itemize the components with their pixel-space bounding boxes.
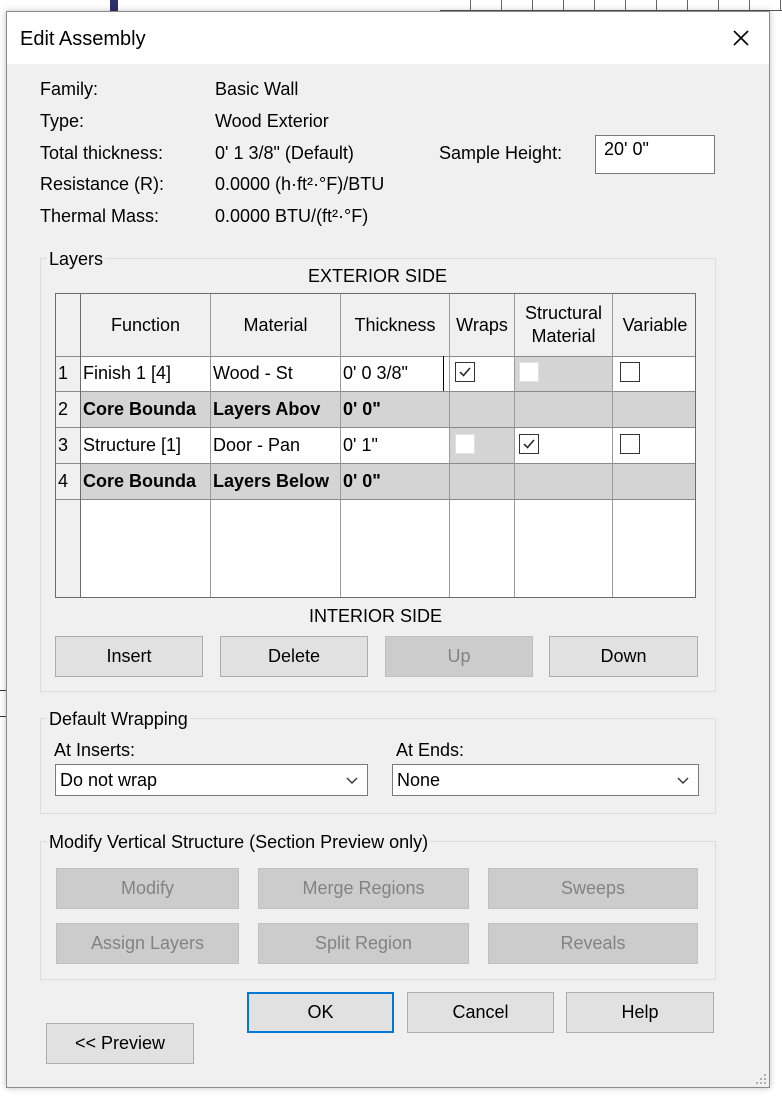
- column-header-variable[interactable]: Variable: [613, 294, 695, 356]
- dialog-title: Edit Assembly: [20, 28, 146, 50]
- chevron-down-icon: [346, 777, 358, 784]
- layer-material-cell[interactable]: Layers Below: [213, 463, 339, 499]
- column-header-function-text: Function: [110, 314, 181, 335]
- down-button[interactable]: Down: [549, 636, 698, 677]
- cancel-button[interactable]: Cancel: [407, 992, 554, 1033]
- layer-thickness-cell[interactable]: 0' 0 3/8": [343, 356, 444, 391]
- type-label: Type:: [40, 111, 85, 131]
- at-inserts-value: Do not wrap: [60, 769, 158, 790]
- row-number[interactable]: 2: [58, 391, 80, 427]
- ok-button[interactable]: OK: [247, 992, 394, 1033]
- exterior-side-label: EXTERIOR SIDE: [308, 266, 448, 286]
- close-button[interactable]: [723, 22, 759, 54]
- column-header-function[interactable]: Function: [81, 294, 210, 356]
- column-header-structural-line1: Structural: [524, 303, 603, 323]
- assign-layers-button: Assign Layers: [56, 923, 239, 964]
- wraps-checkbox: [455, 434, 475, 454]
- help-button[interactable]: Help: [566, 992, 714, 1033]
- column-header-variable-text: Variable: [622, 314, 688, 335]
- total-thickness-value: 0' 1 3/8" (Default): [215, 143, 354, 163]
- layer-thickness-cell[interactable]: 0' 0": [343, 463, 447, 499]
- row-number[interactable]: 1: [58, 356, 80, 391]
- split-region-button: Split Region: [258, 923, 469, 964]
- close-icon: [733, 30, 749, 46]
- structural-material-checkbox: [519, 362, 539, 382]
- insert-button[interactable]: Insert: [55, 636, 203, 677]
- column-header-material[interactable]: Material: [211, 294, 340, 356]
- wraps-checkbox[interactable]: [455, 362, 475, 382]
- column-header-thickness-text: Thickness: [354, 314, 436, 335]
- modify-vertical-structure-title: Modify Vertical Structure (Section Previ…: [47, 832, 431, 853]
- thermal-mass-label: Thermal Mass:: [40, 206, 160, 226]
- column-header-structural-line2: Material: [531, 326, 596, 346]
- sample-height-input[interactable]: 20' 0": [595, 135, 715, 174]
- layer-material-cell[interactable]: Wood - St: [213, 356, 339, 391]
- layer-function-cell[interactable]: Structure [1]: [83, 427, 209, 463]
- at-ends-label: At Ends:: [396, 740, 465, 760]
- layer-thickness-cell[interactable]: 0' 0": [343, 391, 447, 427]
- merge-regions-button: Merge Regions: [258, 868, 469, 909]
- grid-line: [56, 499, 695, 500]
- layers-table: Function Material Thickness Wraps Struct…: [55, 293, 696, 598]
- resistance-label: Resistance (R):: [40, 174, 165, 194]
- thermal-mass-value: 0.0000 BTU/(ft²·°F): [215, 206, 369, 226]
- checkmark-icon: [459, 367, 471, 377]
- column-header-thickness[interactable]: Thickness: [341, 294, 449, 356]
- layer-material-cell[interactable]: Layers Abov: [213, 391, 339, 427]
- at-inserts-label: At Inserts:: [54, 740, 136, 760]
- layer-function-cell[interactable]: Finish 1 [4]: [83, 356, 209, 391]
- sweeps-button: Sweeps: [488, 868, 698, 909]
- layer-material-cell[interactable]: Door - Pan: [213, 427, 339, 463]
- modify-button: Modify: [56, 868, 239, 909]
- chevron-down-icon: [677, 777, 689, 784]
- checkmark-icon: [523, 439, 535, 449]
- default-wrapping-title: Default Wrapping: [47, 709, 190, 730]
- reveals-button: Reveals: [488, 923, 698, 964]
- row-number[interactable]: 4: [58, 463, 80, 499]
- family-label: Family:: [40, 79, 98, 99]
- resistance-value: 0.0000 (h·ft²·°F)/BTU: [215, 174, 385, 194]
- delete-button[interactable]: Delete: [220, 636, 368, 677]
- at-ends-value: None: [397, 769, 441, 790]
- interior-side-label: INTERIOR SIDE: [309, 606, 443, 626]
- column-header-structural-material[interactable]: Structural Material: [515, 294, 612, 356]
- column-header-wraps[interactable]: Wraps: [450, 294, 514, 356]
- type-value: Wood Exterior: [215, 111, 329, 131]
- layers-group-title: Layers: [47, 249, 106, 270]
- resize-grip-icon[interactable]: [755, 1073, 767, 1085]
- title-bar: Edit Assembly: [7, 12, 769, 64]
- background-ruler: [440, 0, 782, 11]
- row-number[interactable]: 3: [58, 427, 80, 463]
- layer-thickness-cell[interactable]: 0' 1": [343, 427, 447, 463]
- variable-checkbox[interactable]: [620, 362, 640, 382]
- sample-height-value: 20' 0": [604, 139, 649, 159]
- layer-function-cell[interactable]: Core Bounda: [83, 391, 209, 427]
- at-inserts-dropdown[interactable]: Do not wrap: [55, 764, 368, 796]
- total-thickness-label: Total thickness:: [40, 143, 164, 163]
- layer-function-cell[interactable]: Core Bounda: [83, 463, 209, 499]
- preview-button[interactable]: << Preview: [46, 1023, 194, 1064]
- at-ends-dropdown[interactable]: None: [392, 764, 699, 796]
- family-value: Basic Wall: [215, 79, 299, 99]
- column-header-wraps-text: Wraps: [456, 314, 508, 335]
- up-button: Up: [385, 636, 533, 677]
- sample-height-label: Sample Height:: [439, 143, 563, 163]
- column-header-material-text: Material: [243, 314, 308, 335]
- structural-material-checkbox[interactable]: [519, 434, 539, 454]
- edit-assembly-dialog: Edit Assembly Family: Basic Wall Type: W…: [6, 11, 770, 1088]
- variable-checkbox[interactable]: [620, 434, 640, 454]
